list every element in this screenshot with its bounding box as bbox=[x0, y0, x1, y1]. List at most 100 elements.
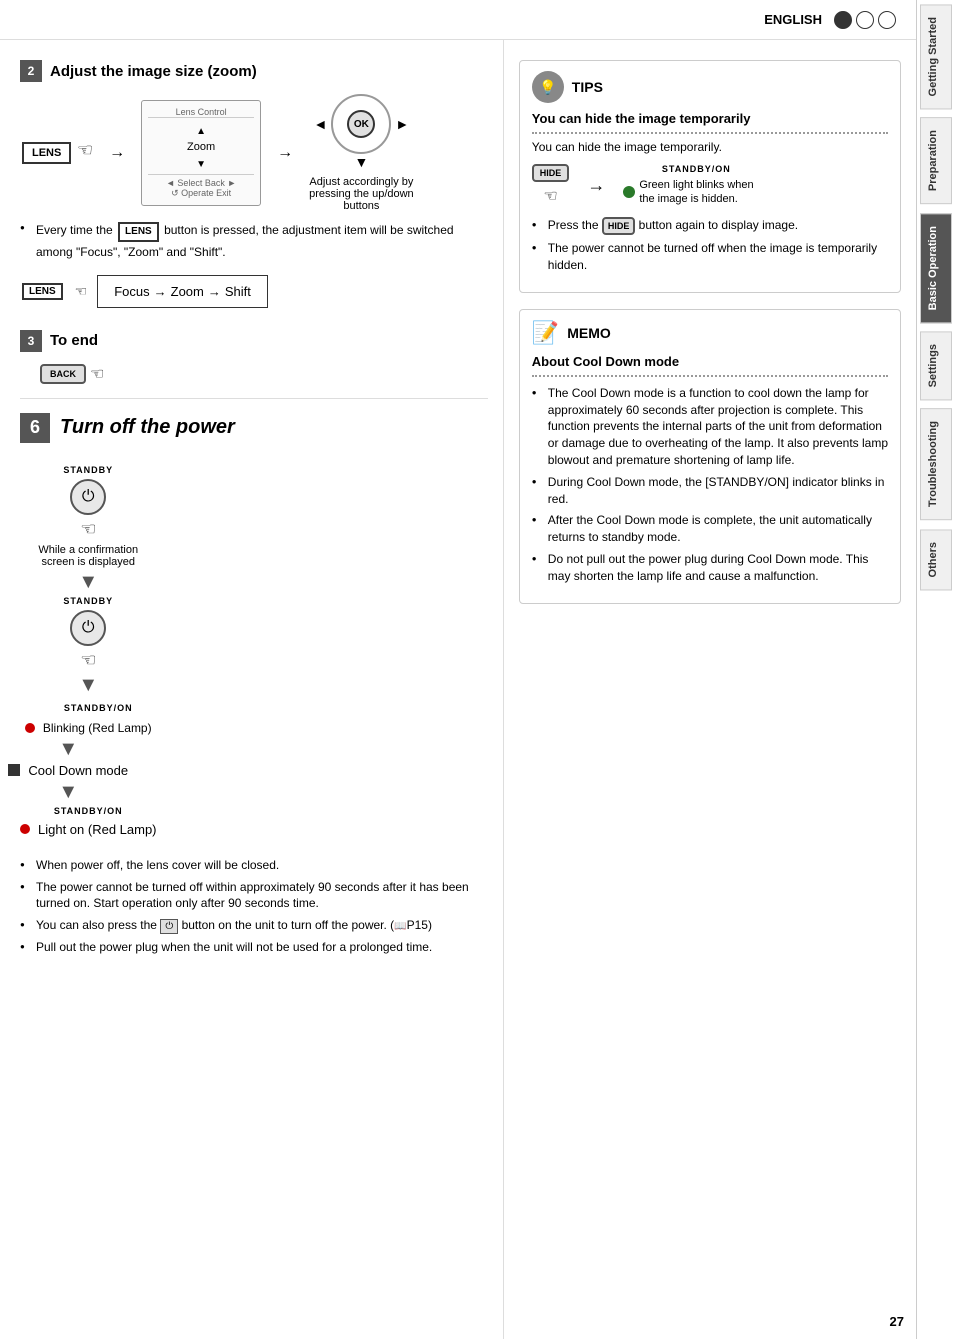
focus-zoom-shift-box: Focus → Zoom → Shift bbox=[97, 275, 268, 308]
sidebar-tab-preparation[interactable]: Preparation bbox=[920, 117, 952, 204]
lang-circle-2 bbox=[856, 11, 874, 29]
main-content: 2 Adjust the image size (zoom) LENS ☜ → … bbox=[0, 40, 916, 1339]
memo-subtitle: About Cool Down mode bbox=[532, 354, 888, 369]
dotted-divider-2 bbox=[532, 375, 888, 377]
section2-num: 2 bbox=[20, 60, 42, 82]
standby-label-2: STANDBY bbox=[63, 596, 113, 606]
lens-bullet-item: Every time the LENS button is pressed, t… bbox=[20, 220, 488, 261]
standby-btn-1[interactable]: ⏻ bbox=[70, 479, 106, 515]
standby-on-label-1: STANDBY/ON bbox=[64, 703, 133, 713]
focus-zoom-shift-text: Focus bbox=[114, 284, 149, 299]
sidebar-tab-settings[interactable]: Settings bbox=[920, 331, 952, 400]
memo-bullet-3: After the Cool Down mode is complete, th… bbox=[532, 512, 888, 546]
standby-on-area: STANDBY/ON Green light blinks when the i… bbox=[623, 164, 769, 207]
lens-btn-fzs: LENS bbox=[22, 283, 63, 300]
lang-circle-3 bbox=[878, 11, 896, 29]
lens-btn-inline: LENS bbox=[118, 222, 159, 242]
tips-box: 💡 TIPS You can hide the image temporaril… bbox=[519, 60, 901, 293]
dotted-divider-1 bbox=[532, 132, 888, 134]
while-confirmation: While a confirmationscreen is displayed bbox=[38, 544, 138, 568]
tips-bullets: Press the HIDE button again to display i… bbox=[532, 217, 888, 274]
light-on-label: Light on (Red Lamp) bbox=[38, 822, 157, 837]
sidebar: Getting Started Preparation Basic Operat… bbox=[916, 0, 954, 1339]
tips-label: TIPS bbox=[572, 79, 603, 95]
top-header: ENGLISH bbox=[0, 0, 916, 40]
red-dot-2 bbox=[20, 824, 30, 834]
hand-icon-back: ☜ bbox=[90, 364, 104, 384]
blinking-label: Blinking (Red Lamp) bbox=[25, 721, 152, 735]
hide-btn-area: HIDE ☜ bbox=[532, 164, 570, 206]
hand-icon: ☜ bbox=[77, 140, 93, 160]
green-light-row: Green light blinks when the image is hid… bbox=[623, 178, 769, 207]
standby-on-final: STANDBY/ON bbox=[54, 806, 123, 816]
hide-btn-inline[interactable]: HIDE bbox=[602, 217, 636, 236]
shift-text: Shift bbox=[225, 284, 251, 299]
section6: 6 Turn off the power STANDBY ⏻ ☜ While a… bbox=[20, 413, 488, 956]
section3: 3 To end BACK ☜ bbox=[20, 330, 488, 384]
arrow-focus-zoom: → bbox=[154, 284, 167, 299]
arrow-right-1: → bbox=[109, 144, 125, 162]
hand-icon-standby1: ☜ bbox=[80, 519, 96, 540]
lens-btn: LENS bbox=[22, 142, 71, 164]
section3-title: 3 To end bbox=[20, 330, 488, 352]
lens-button-diagram: LENS ☜ bbox=[20, 140, 93, 166]
sidebar-tab-basic-operation[interactable]: Basic Operation bbox=[920, 213, 952, 323]
hand-icon-hide: ☜ bbox=[543, 186, 557, 206]
standby-label-1: STANDBY bbox=[63, 465, 113, 475]
zoom-label: Zoom bbox=[148, 141, 254, 153]
page-number: 27 bbox=[890, 1314, 904, 1329]
memo-label: MEMO bbox=[567, 325, 611, 341]
standby-diagram-1: STANDBY ⏻ ☜ While a confirmationscreen i… bbox=[20, 465, 157, 837]
section6-bullet-3: You can also press the ⏻ button on the u… bbox=[20, 917, 488, 934]
tips-bullet-2: The power cannot be turned off when the … bbox=[532, 240, 888, 274]
section2-title: 2 Adjust the image size (zoom) bbox=[20, 60, 488, 82]
arrow-hide: → bbox=[587, 175, 605, 196]
ok-button-area: ◄ OK ► ▼ Adjust accordingly bypressing t… bbox=[309, 94, 414, 212]
lang-circle-1 bbox=[834, 11, 852, 29]
memo-bullet-4: Do not pull out the power plug during Co… bbox=[532, 551, 888, 585]
green-light-note: Green light blinks when the image is hid… bbox=[639, 178, 769, 207]
sidebar-tab-troubleshooting[interactable]: Troubleshooting bbox=[920, 408, 952, 520]
section2-title-text: Adjust the image size (zoom) bbox=[50, 63, 257, 80]
section6-title: Turn off the power bbox=[60, 416, 235, 439]
section6-bullet-2: The power cannot be turned off within ap… bbox=[20, 879, 488, 913]
section-divider bbox=[20, 398, 488, 399]
blinking-text: Blinking (Red Lamp) bbox=[43, 721, 152, 735]
back-btn[interactable]: BACK bbox=[40, 364, 86, 384]
zoom-diagram: LENS ☜ → Lens Control ▲ Zoom ▼ ◄ Select … bbox=[20, 94, 488, 212]
tips-bullet-1: Press the HIDE button again to display i… bbox=[532, 217, 888, 236]
red-dot-1 bbox=[25, 723, 35, 733]
zoom-text: Zoom bbox=[171, 284, 204, 299]
cool-down-label: Cool Down mode bbox=[28, 763, 128, 778]
left-column: 2 Adjust the image size (zoom) LENS ☜ → … bbox=[0, 40, 504, 1339]
section6-bullet-1: When power off, the lens cover will be c… bbox=[20, 857, 488, 874]
down-arrow-4: ▼ bbox=[58, 782, 78, 802]
light-on-row: Light on (Red Lamp) bbox=[20, 822, 157, 837]
standby-on-row-1: STANDBY/ON bbox=[64, 703, 133, 713]
memo-bullet-2: During Cool Down mode, the [STANDBY/ON] … bbox=[532, 474, 888, 508]
section3-title-text: To end bbox=[50, 332, 98, 349]
lens-control-title: Lens Control bbox=[148, 107, 254, 118]
lens-control-box: Lens Control ▲ Zoom ▼ ◄ Select Back ► ↺ … bbox=[141, 100, 261, 206]
standby-btn-2[interactable]: ⏻ bbox=[70, 610, 106, 646]
tips-subtitle: You can hide the image temporarily bbox=[532, 111, 888, 126]
sidebar-tab-others[interactable]: Others bbox=[920, 529, 952, 590]
standby-on-label-2: STANDBY/ON bbox=[54, 806, 123, 816]
section6-bullet-4: Pull out the power plug when the unit wi… bbox=[20, 939, 488, 956]
memo-bullets: The Cool Down mode is a function to cool… bbox=[532, 385, 888, 585]
hide-btn[interactable]: HIDE bbox=[532, 164, 570, 182]
memo-header: 📝 MEMO bbox=[532, 320, 888, 346]
standby-diagram-area: STANDBY ⏻ ☜ While a confirmationscreen i… bbox=[20, 455, 488, 847]
section3-num: 3 bbox=[20, 330, 42, 352]
arrow-zoom-shift: → bbox=[208, 284, 221, 299]
tips-body: You can hide the image temporarily. bbox=[532, 140, 888, 154]
ok-btn[interactable]: OK bbox=[347, 110, 375, 138]
tips-header: 💡 TIPS bbox=[532, 71, 888, 103]
section6-header: 6 Turn off the power bbox=[20, 413, 488, 443]
down-arrow-1: ▼ bbox=[78, 572, 98, 592]
standby-on-tips: STANDBY/ON bbox=[662, 164, 731, 174]
sidebar-tab-getting-started[interactable]: Getting Started bbox=[920, 4, 952, 109]
language-label: ENGLISH bbox=[764, 12, 822, 27]
section6-num: 6 bbox=[20, 413, 50, 443]
adjust-note: Adjust accordingly bypressing the up/dow… bbox=[309, 176, 414, 212]
